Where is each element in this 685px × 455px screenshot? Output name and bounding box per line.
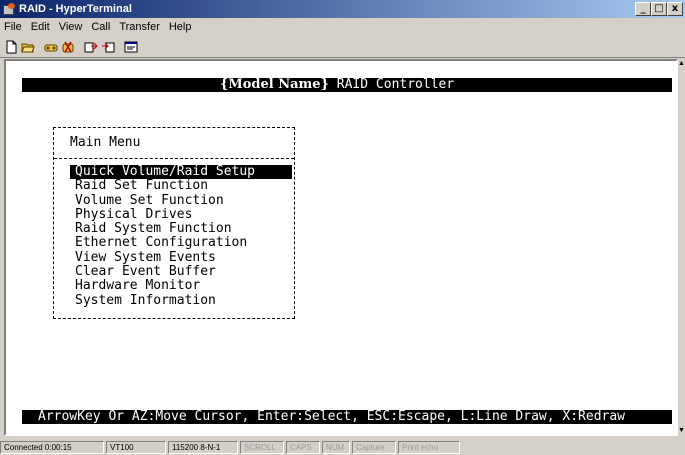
key-help-bar: ArrowKey Or AZ:Move Cursor, Enter:Select…	[22, 410, 672, 424]
menu-call[interactable]: Call	[91, 21, 110, 33]
menu-item-quick-volume-raid-setup[interactable]: Quick Volume/Raid Setup	[70, 164, 292, 180]
emulation-status: VT100	[106, 440, 166, 454]
print-echo-status: Print echo	[398, 440, 460, 454]
menu-item-view-system-events[interactable]: View System Events	[70, 250, 292, 265]
menu-help[interactable]: Help	[169, 21, 192, 33]
open-icon[interactable]	[20, 39, 36, 55]
properties-icon[interactable]	[123, 39, 139, 55]
menu-item-raid-set-function[interactable]: Raid Set Function	[70, 178, 292, 193]
main-menu-box: Main Menu Quick Volume/Raid Setup Raid S…	[53, 127, 295, 319]
window-controls: _ □ x	[635, 2, 683, 16]
header-text: {Model Name} RAID Controller	[220, 78, 454, 92]
title-bar[interactable]: RAID - HyperTerminal _ □ x	[0, 0, 685, 18]
new-icon[interactable]	[3, 39, 19, 55]
hyperterminal-app-icon[interactable]	[2, 2, 16, 16]
menu-file[interactable]: File	[4, 21, 22, 33]
menu-edit[interactable]: Edit	[31, 21, 50, 33]
menu-view[interactable]: View	[59, 21, 83, 33]
scroll-lock-status: SCROLL	[240, 440, 284, 454]
menu-transfer[interactable]: Transfer	[119, 21, 160, 33]
connection-status: Connected 0:00:15	[0, 440, 104, 454]
status-bar: Connected 0:00:15 VT100 115200 8-N-1 SCR…	[0, 439, 685, 455]
main-menu-title: Main Menu	[70, 135, 141, 150]
receive-icon[interactable]	[100, 39, 116, 55]
menu-item-raid-system-function[interactable]: Raid System Function	[70, 221, 292, 236]
toolbar	[0, 36, 685, 58]
maximize-button[interactable]: □	[651, 2, 667, 16]
vertical-scrollbar[interactable]: ▲ ▼	[678, 59, 685, 436]
terminal-window[interactable]: {Model Name} RAID Controller Main Menu Q…	[4, 59, 678, 436]
scroll-down-icon[interactable]: ▼	[678, 426, 685, 436]
minimize-button[interactable]: _	[635, 2, 651, 16]
main-menu-list: Quick Volume/Raid Setup Raid Set Functio…	[70, 164, 292, 308]
controller-title: RAID Controller	[328, 77, 455, 92]
menu-item-hardware-monitor[interactable]: Hardware Monitor	[70, 279, 292, 294]
window-title: RAID - HyperTerminal	[19, 3, 132, 15]
capture-status: Capture	[352, 440, 396, 454]
send-icon[interactable]	[83, 39, 99, 55]
num-lock-status: NUM	[322, 440, 350, 454]
connect-icon[interactable]	[43, 39, 59, 55]
model-name: {Model Name}	[220, 77, 329, 92]
menu-bar: File Edit View Call Transfer Help	[0, 19, 685, 35]
menu-item-clear-event-buffer[interactable]: Clear Event Buffer	[70, 264, 292, 279]
terminal-header-bar: {Model Name} RAID Controller	[22, 78, 672, 92]
close-button[interactable]: x	[667, 2, 683, 16]
terminal-screen[interactable]: {Model Name} RAID Controller Main Menu Q…	[6, 61, 676, 434]
disconnect-icon[interactable]	[60, 39, 76, 55]
port-settings-status: 115200 8-N-1	[168, 440, 238, 454]
caps-lock-status: CAPS	[286, 440, 320, 454]
menu-item-physical-drives[interactable]: Physical Drives	[70, 207, 292, 222]
scroll-up-icon[interactable]: ▲	[678, 59, 685, 69]
menu-item-system-information[interactable]: System Information	[70, 293, 292, 308]
menu-item-ethernet-configuration[interactable]: Ethernet Configuration	[70, 236, 292, 251]
menu-item-volume-set-function[interactable]: Volume Set Function	[70, 193, 292, 208]
